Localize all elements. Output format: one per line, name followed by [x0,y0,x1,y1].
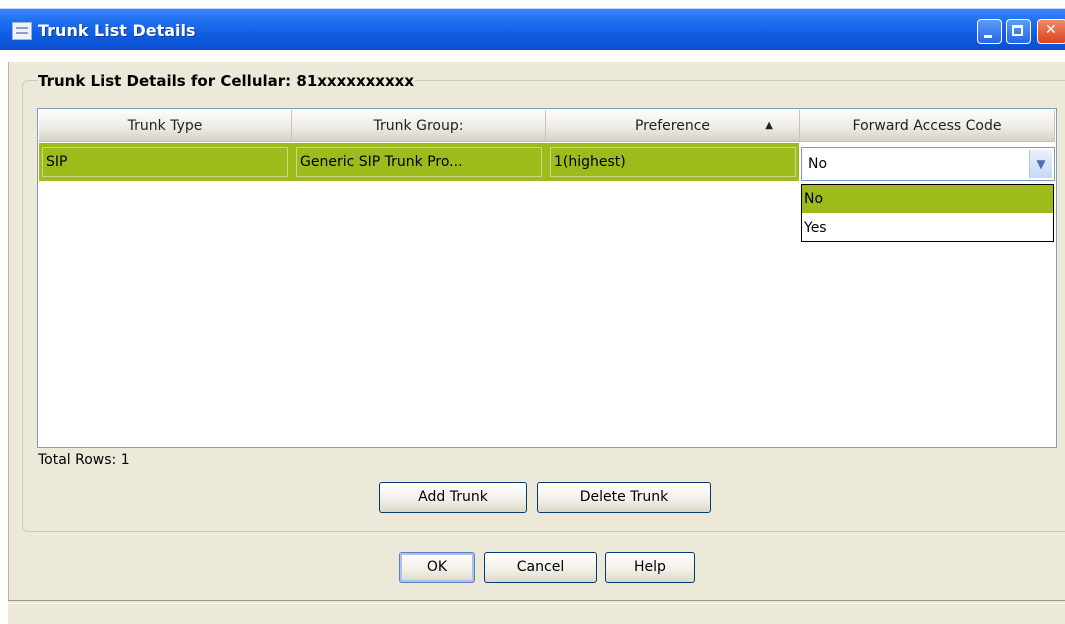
column-header-forward-access-code[interactable]: Forward Access Code [800,110,1055,142]
total-rows-label: Total Rows: 1 [38,452,130,468]
status-bar-panel [8,603,1065,624]
cell-preference[interactable]: 1(highest) [550,147,796,177]
ok-button[interactable]: OK [399,552,475,583]
minimize-icon[interactable] [977,19,1002,44]
cell-trunk-group[interactable]: Generic SIP Trunk Pro... [296,147,542,177]
chevron-down-icon[interactable]: ▼ [1029,150,1052,178]
forward-access-code-dropdown[interactable]: No Yes [801,184,1054,242]
cancel-button[interactable]: Cancel [484,552,597,583]
column-header-trunk-type[interactable]: Trunk Type [39,110,292,142]
preference-header-label: Preference [634,118,711,134]
help-button[interactable]: Help [605,552,695,583]
option-no[interactable]: No [802,185,1053,213]
maximize-icon[interactable] [1006,19,1031,44]
option-yes[interactable]: Yes [802,214,1053,242]
group-title: Trunk List Details for Cellular: 81xxxxx… [38,72,415,90]
delete-trunk-button[interactable]: Delete Trunk [537,482,711,513]
cell-trunk-type[interactable]: SIP [42,147,288,177]
add-trunk-button[interactable]: Add Trunk [379,482,527,513]
window-icon [12,22,32,40]
window-title: Trunk List Details [38,21,196,40]
column-header-preference[interactable]: Preference ▲ [546,110,800,142]
status-bar [8,600,1065,624]
sort-ascending-icon: ▲ [765,120,773,131]
close-icon[interactable] [1037,19,1065,44]
forward-access-code-select[interactable]: No ▼ [801,147,1055,181]
forward-access-code-value: No [808,156,828,172]
column-header-trunk-group[interactable]: Trunk Group: [292,110,546,142]
